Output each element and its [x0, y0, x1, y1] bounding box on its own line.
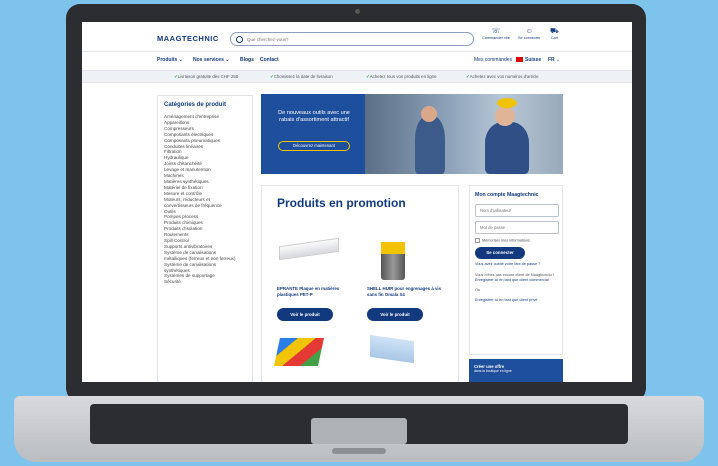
register-business-link[interactable]: Enregistrer ici en tant que client comme… [475, 278, 557, 283]
user-icon: ☺ [525, 28, 533, 35]
view-product-button[interactable]: Voir le produit [367, 308, 423, 321]
site-logo[interactable]: MAAGTECHNIC [157, 34, 219, 43]
product-image[interactable] [367, 242, 447, 282]
account-title: Mon compte Maagtechnic [475, 192, 539, 198]
quick-order-button[interactable]: ☏ Commander vite [482, 28, 510, 40]
create-offer-subtitle: dans la boutique en ligne [474, 369, 512, 373]
nav-mes-commandes[interactable]: Mes commandes [474, 57, 512, 63]
promo-banner[interactable]: De nouveaux outils avec une rabais d'ass… [261, 94, 563, 174]
nav-produits[interactable]: Produits ⌄ [157, 57, 183, 63]
ear-protection-icon [497, 98, 517, 108]
create-offer-banner[interactable]: Créer une offre dans la boutique en lign… [469, 359, 563, 382]
remember-checkbox[interactable]: Mémoriser mes informations [475, 238, 557, 243]
category-list: Aménagement d'entreprise Appareillons Comp… [164, 114, 246, 285]
banner-text: De nouveaux outils avec une rabais d'ass… [278, 110, 350, 123]
browser-screen: MAAGTECHNIC ☏ Commander vite ☺ Se connec… [82, 22, 632, 382]
usp-text: Achetez avec vos numéros d'article [469, 74, 539, 79]
view-product-button[interactable]: Voir le produit [277, 308, 333, 321]
usp-item: ✓Achetez avec vos numéros d'article [466, 74, 539, 80]
login-button[interactable]: ☺ Se connecter [518, 28, 540, 40]
product-card: SHELL HUIR pour engrenages à vis sans fi… [367, 230, 447, 321]
product-image[interactable] [274, 338, 324, 366]
worker-figure [415, 116, 445, 174]
register-private-link[interactable]: Enregistrer ici en tant que client privé [475, 298, 557, 303]
username-field[interactable] [475, 204, 559, 217]
banner-photo [365, 94, 563, 174]
usp-item: ✓Livraison gratuite dès CHF 250 [174, 74, 238, 80]
password-field[interactable] [475, 221, 559, 234]
login-submit-button[interactable]: Se connecter [475, 247, 525, 259]
worker-head [421, 106, 437, 122]
category-sidebar: Catégories de produit Aménagement d'entr… [157, 95, 253, 382]
checkbox-icon[interactable] [475, 238, 480, 243]
search-bar[interactable] [230, 32, 474, 46]
usp-item: ✓Choisissez la date de livraison [270, 74, 333, 80]
sidebar-category-item[interactable]: métalliques (ferreux et non ferreux) [164, 256, 246, 262]
banner-button[interactable]: Découvrez maintenant [278, 141, 350, 151]
sidebar-title: Catégories de produit [164, 102, 227, 108]
promo-section: Produits en promotion EPRANTE Plaque en … [261, 185, 459, 382]
laptop-hinge [332, 448, 386, 454]
nav-services-label: Nos services [193, 57, 224, 63]
language-selector[interactable]: FR ⌄ [548, 57, 560, 63]
worker-figure [485, 122, 529, 174]
cart-button[interactable]: ⛟ Cart [550, 28, 559, 40]
language-label: FR [548, 57, 555, 63]
nav-contact[interactable]: Contact [260, 57, 279, 63]
remember-label: Mémoriser mes informations [482, 238, 530, 243]
product-image[interactable] [277, 237, 357, 282]
camera-icon [355, 9, 360, 14]
account-box: Mon compte Maagtechnic Mémoriser mes inf… [469, 185, 563, 355]
usp-text: Choisissez la date de livraison [273, 74, 333, 79]
sidebar-category-item[interactable]: Sécurité [164, 279, 246, 285]
cart-label: Cart [550, 36, 558, 40]
country-label: Suisse [525, 57, 542, 63]
login-label: Se connecter [518, 36, 541, 40]
usp-text: Livraison gratuite dès CHF 250 [177, 74, 239, 79]
usp-bar: ✓Livraison gratuite dès CHF 250 ✓Choisis… [82, 70, 632, 83]
search-icon[interactable] [236, 35, 243, 43]
usp-item: ✓Achetez tous vos produits en ligne [366, 74, 437, 80]
cart-icon: ⛟ [550, 28, 559, 35]
nav-blogs[interactable]: Blogs [240, 57, 254, 63]
swiss-flag-icon [516, 57, 523, 63]
phone-icon: ☏ [491, 28, 501, 35]
product-name[interactable]: SHELL HUIR pour engrenages à vis sans fi… [367, 286, 447, 300]
touchpad [311, 418, 407, 444]
forgot-password-link[interactable]: Vous avez oublié votre Mot de passe ? [475, 262, 557, 267]
worker-head [495, 106, 515, 126]
quick-order-label: Commander vite [482, 36, 510, 40]
main-nav: Produits ⌄ Nos services ⌄ Blogs Contact … [82, 52, 632, 70]
site-header: MAAGTECHNIC ☏ Commander vite ☺ Se connec… [82, 22, 632, 52]
or-text: Ou [475, 288, 481, 292]
product-card: EPRANTE Plaque en matières plastiques PE… [277, 230, 357, 321]
promo-title: Produits en promotion [277, 196, 406, 210]
nav-produits-label: Produits [157, 57, 178, 63]
product-name[interactable]: EPRANTE Plaque en matières plastiques PE… [277, 286, 357, 300]
usp-text: Achetez tous vos produits en ligne [369, 74, 437, 79]
laptop-base [14, 396, 704, 462]
product-image[interactable] [370, 334, 414, 364]
country-selector[interactable]: Suisse [516, 57, 541, 63]
search-input[interactable] [247, 36, 447, 42]
nav-services[interactable]: Nos services ⌄ [193, 57, 229, 63]
